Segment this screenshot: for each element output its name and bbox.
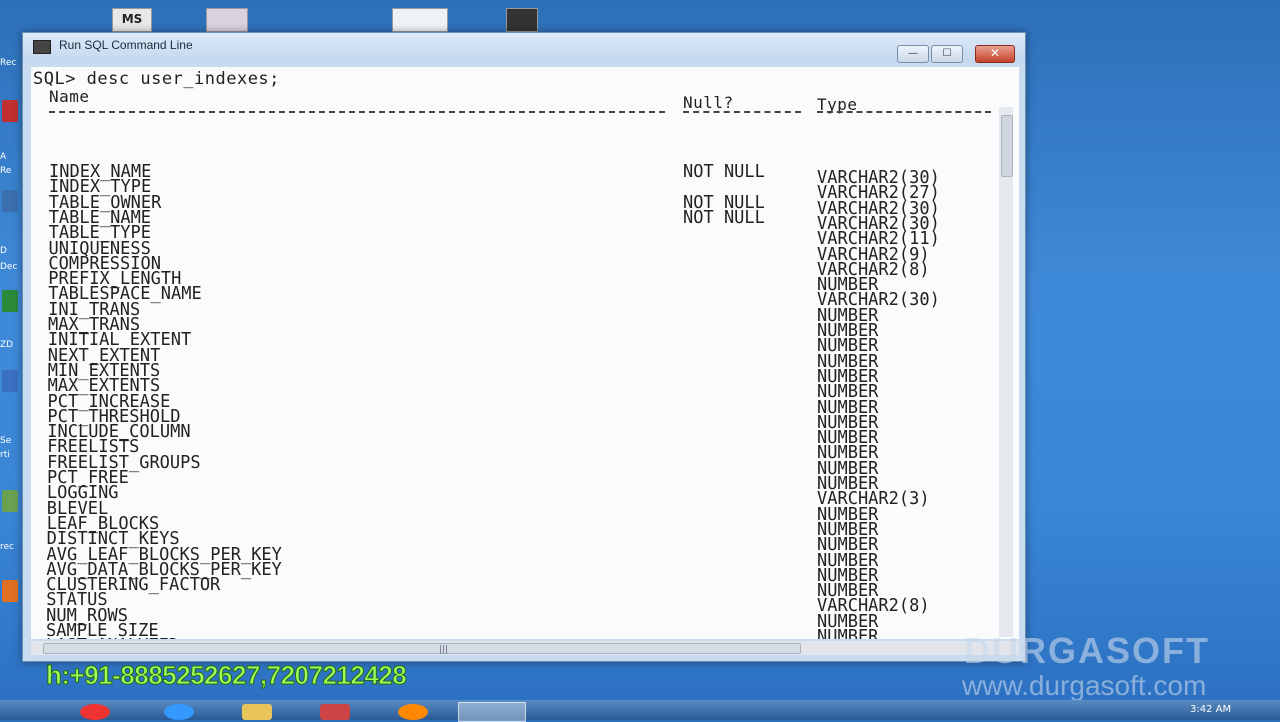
close-icon: ✕ — [990, 46, 1000, 60]
horizontal-scroll-thumb[interactable]: ||| — [43, 643, 801, 654]
firefox-taskbar-icon[interactable] — [398, 704, 428, 720]
ie-taskbar-icon[interactable] — [164, 704, 194, 720]
terminal-desktop-icon[interactable] — [506, 8, 538, 32]
green-app-icon[interactable] — [2, 290, 18, 312]
ms-desktop-icon[interactable]: MS — [112, 8, 152, 32]
desktop-label: Rec — [0, 58, 16, 68]
sql-command-window: Run SQL Command Line — ☐ ✕ SQL> desc use… — [22, 32, 1026, 662]
horizontal-scrollbar[interactable]: ||| — [31, 641, 1019, 655]
maximize-button[interactable]: ☐ — [931, 45, 963, 63]
header-separator-type — [817, 111, 991, 113]
desktop-label: ZD — [0, 340, 13, 350]
vertical-scroll-thumb[interactable] — [1001, 115, 1013, 177]
desktop-label: Se — [0, 436, 11, 446]
sql-taskbar-button[interactable] — [458, 702, 526, 722]
desktop-label: A — [0, 152, 6, 162]
header-separator-null — [683, 111, 801, 113]
app-taskbar-icon[interactable] — [320, 704, 350, 720]
tool-app-icon[interactable] — [2, 490, 18, 512]
folder-desktop-icon[interactable] — [392, 8, 448, 32]
close-button[interactable]: ✕ — [975, 45, 1015, 63]
desktop-label: D — [0, 246, 7, 256]
row-null-constraint: NOT NULL — [683, 211, 765, 227]
watermark-site: www.durgasoft.com — [962, 670, 1206, 702]
row-data-type: NUMBER — [817, 630, 878, 639]
doc-app-icon[interactable] — [2, 370, 18, 392]
red-app-icon[interactable] — [2, 100, 18, 122]
header-separator-name — [49, 111, 665, 113]
window-title: Run SQL Command Line — [59, 38, 193, 52]
console-output[interactable]: SQL> desc user_indexes; Name Null? Type … — [31, 67, 1019, 639]
desktop-label: Re — [0, 166, 11, 176]
taskbar-clock: 3:42 AM — [1190, 704, 1231, 715]
vertical-scrollbar[interactable] — [999, 107, 1013, 637]
watermark-brand: DURGASOFT — [964, 630, 1210, 672]
sql-prompt-line: SQL> desc user_indexes; — [33, 69, 280, 89]
desktop-label: rti — [0, 450, 10, 460]
blue-app-icon[interactable] — [2, 190, 18, 212]
row-null-constraint: NOT NULL — [683, 165, 765, 181]
desktop-left-icons — [0, 40, 22, 660]
desktop-label: Dec — [0, 262, 17, 272]
maximize-icon: ☐ — [932, 46, 962, 61]
taskbar: 3:42 AM — [0, 700, 1280, 720]
ms-icon-label: MS — [122, 12, 143, 26]
desktop-label: rec — [0, 542, 14, 552]
title-bar[interactable]: Run SQL Command Line — ☐ ✕ — [23, 33, 1025, 63]
explorer-taskbar-icon[interactable] — [242, 704, 272, 720]
column-header-name: Name — [49, 87, 90, 106]
grip-icon: ||| — [439, 645, 448, 655]
desktop-top-icons: MS — [0, 0, 1280, 30]
minimize-button[interactable]: — — [897, 45, 929, 63]
orange-app-icon[interactable] — [2, 580, 18, 602]
minimize-icon: — — [898, 46, 928, 61]
column-header-null: Null? — [683, 93, 734, 112]
chrome-taskbar-icon[interactable] — [80, 704, 110, 720]
app-desktop-icon[interactable] — [206, 8, 248, 32]
sql-window-icon — [33, 40, 51, 54]
watermark-phone: h:+91-8885252627,7207212428 — [46, 660, 406, 691]
